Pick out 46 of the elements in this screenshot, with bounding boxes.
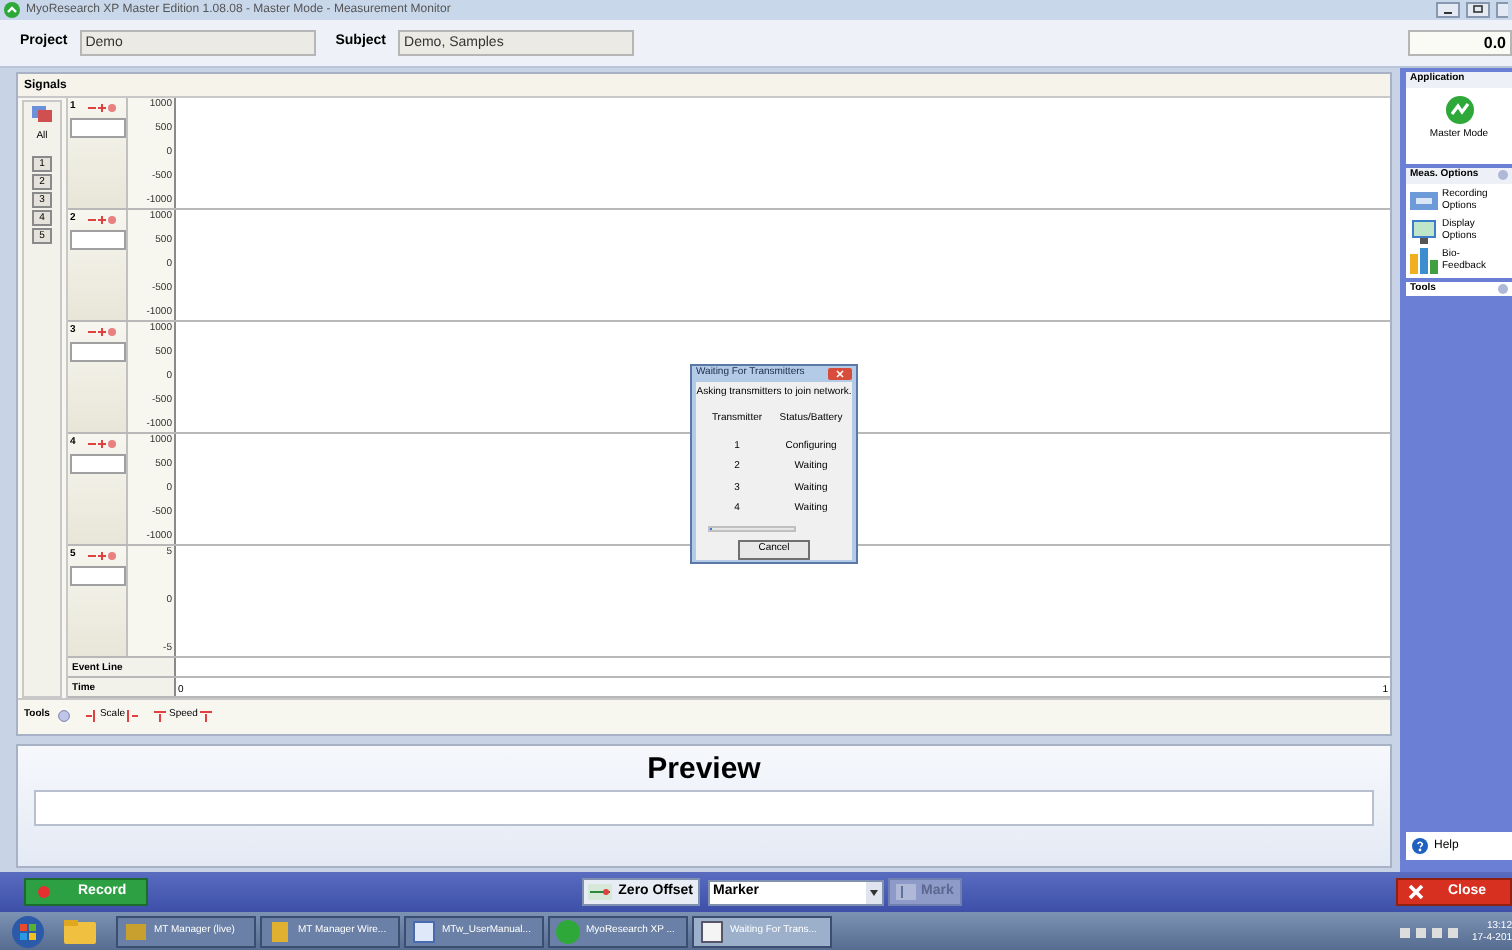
recording-icon <box>1410 187 1438 213</box>
record-icon <box>38 886 50 898</box>
close-icon[interactable] <box>1496 2 1508 18</box>
remove-icon[interactable] <box>108 103 116 112</box>
zero-offset-icon <box>588 884 613 900</box>
window-icon <box>268 919 292 943</box>
collapse-icon[interactable] <box>1498 170 1508 181</box>
channel-name-field[interactable] <box>70 229 126 249</box>
channel-name-field[interactable] <box>70 117 126 137</box>
close-icon[interactable] <box>828 367 852 380</box>
remove-icon[interactable] <box>108 551 116 560</box>
mark-icon <box>895 884 915 900</box>
speed-up-icon <box>199 709 212 721</box>
mode-icon[interactable] <box>1445 95 1473 123</box>
remove-icon[interactable] <box>108 439 116 448</box>
tray-icons[interactable] <box>1399 923 1460 939</box>
expand-icon[interactable] <box>57 709 70 721</box>
remove-icon[interactable] <box>108 327 116 336</box>
channel-name-field[interactable] <box>70 565 126 585</box>
close-x-icon <box>1408 884 1424 900</box>
window-icon <box>556 919 580 943</box>
plus-icon[interactable] <box>98 327 106 336</box>
expand-icon[interactable] <box>1498 283 1508 294</box>
speed-down-icon <box>154 709 167 721</box>
biofeedback-icon <box>1410 247 1438 273</box>
display-icon <box>1410 217 1438 243</box>
plus-icon[interactable] <box>98 215 106 224</box>
plus-icon[interactable] <box>98 551 106 560</box>
remove-icon[interactable] <box>108 215 116 224</box>
preview-title: Preview <box>647 750 761 790</box>
restore-icon[interactable] <box>1466 2 1490 18</box>
window-icon <box>700 919 724 943</box>
scale-up-icon <box>126 709 139 721</box>
channel-name-field[interactable] <box>70 341 126 361</box>
channels-icon[interactable] <box>30 104 54 124</box>
window-icon <box>124 919 148 943</box>
channel-name-field[interactable] <box>70 453 126 473</box>
minimize-icon[interactable] <box>1436 2 1460 18</box>
app-logo-icon <box>4 2 20 18</box>
plus-icon[interactable] <box>98 103 106 112</box>
start-button-icon[interactable] <box>12 915 44 947</box>
window-icon <box>412 919 436 943</box>
help-icon <box>1412 838 1428 854</box>
scale-down-icon <box>85 709 98 721</box>
plus-icon[interactable] <box>98 439 106 448</box>
time-display: 0.0 <box>1408 30 1512 56</box>
